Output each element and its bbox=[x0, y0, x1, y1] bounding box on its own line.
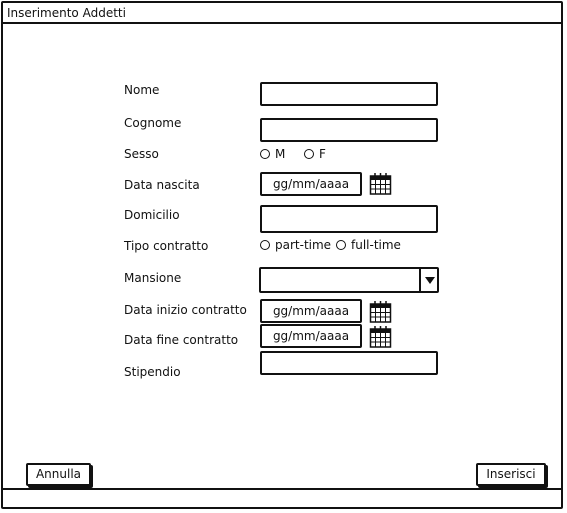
contratto-option-full-time-label: full-time bbox=[351, 238, 401, 252]
window-titlebar: Inserimento Addetti bbox=[3, 3, 561, 24]
cognome-input[interactable] bbox=[260, 118, 438, 142]
radio-circle[interactable] bbox=[336, 240, 346, 250]
nome-label: Nome bbox=[124, 83, 160, 97]
data-inizio-label: Data inizio contratto bbox=[124, 303, 247, 317]
sesso-option-f-label: F bbox=[319, 147, 326, 161]
data-fine-label: Data fine contratto bbox=[124, 333, 239, 347]
sesso-radio-m[interactable]: M bbox=[260, 147, 285, 161]
tipo-contratto-label: Tipo contratto bbox=[124, 239, 209, 253]
radio-circle[interactable] bbox=[260, 240, 270, 250]
mansione-select[interactable] bbox=[259, 267, 439, 293]
contratto-radio-full-time[interactable]: full-time bbox=[336, 238, 401, 252]
contratto-radio-part-time[interactable]: part-time bbox=[260, 238, 331, 252]
contratto-option-part-time-label: part-time bbox=[275, 238, 332, 252]
sesso-label: Sesso bbox=[124, 147, 159, 161]
domicilio-label: Domicilio bbox=[124, 208, 180, 222]
stipendio-label: Stipendio bbox=[124, 365, 181, 379]
calendar-icon[interactable] bbox=[369, 325, 392, 348]
calendar-icon[interactable] bbox=[369, 172, 392, 195]
sesso-option-m-label: M bbox=[275, 147, 286, 161]
sesso-radio-f[interactable]: F bbox=[304, 147, 326, 161]
data-fine-field[interactable]: gg/mm/aaaa bbox=[260, 324, 362, 348]
calendar-icon[interactable] bbox=[369, 300, 392, 323]
status-bar bbox=[3, 488, 561, 507]
stipendio-input[interactable] bbox=[260, 351, 438, 375]
submit-button[interactable]: Inserisci bbox=[476, 463, 546, 486]
cognome-label: Cognome bbox=[124, 116, 182, 130]
data-inizio-field[interactable]: gg/mm/aaaa bbox=[260, 299, 362, 323]
chevron-down-icon[interactable] bbox=[419, 269, 437, 291]
data-nascita-label: Data nascita bbox=[124, 178, 200, 192]
data-nascita-field[interactable]: gg/mm/aaaa bbox=[260, 172, 362, 196]
window-title: Inserimento Addetti bbox=[7, 6, 126, 20]
radio-circle[interactable] bbox=[304, 149, 314, 159]
domicilio-input[interactable] bbox=[260, 205, 438, 233]
radio-circle[interactable] bbox=[260, 149, 270, 159]
app-window: Inserimento Addetti Nome Cognome Sesso M… bbox=[1, 1, 563, 509]
nome-input[interactable] bbox=[260, 82, 438, 106]
mansione-label: Mansione bbox=[124, 271, 182, 285]
cancel-button[interactable]: Annulla bbox=[26, 463, 91, 486]
